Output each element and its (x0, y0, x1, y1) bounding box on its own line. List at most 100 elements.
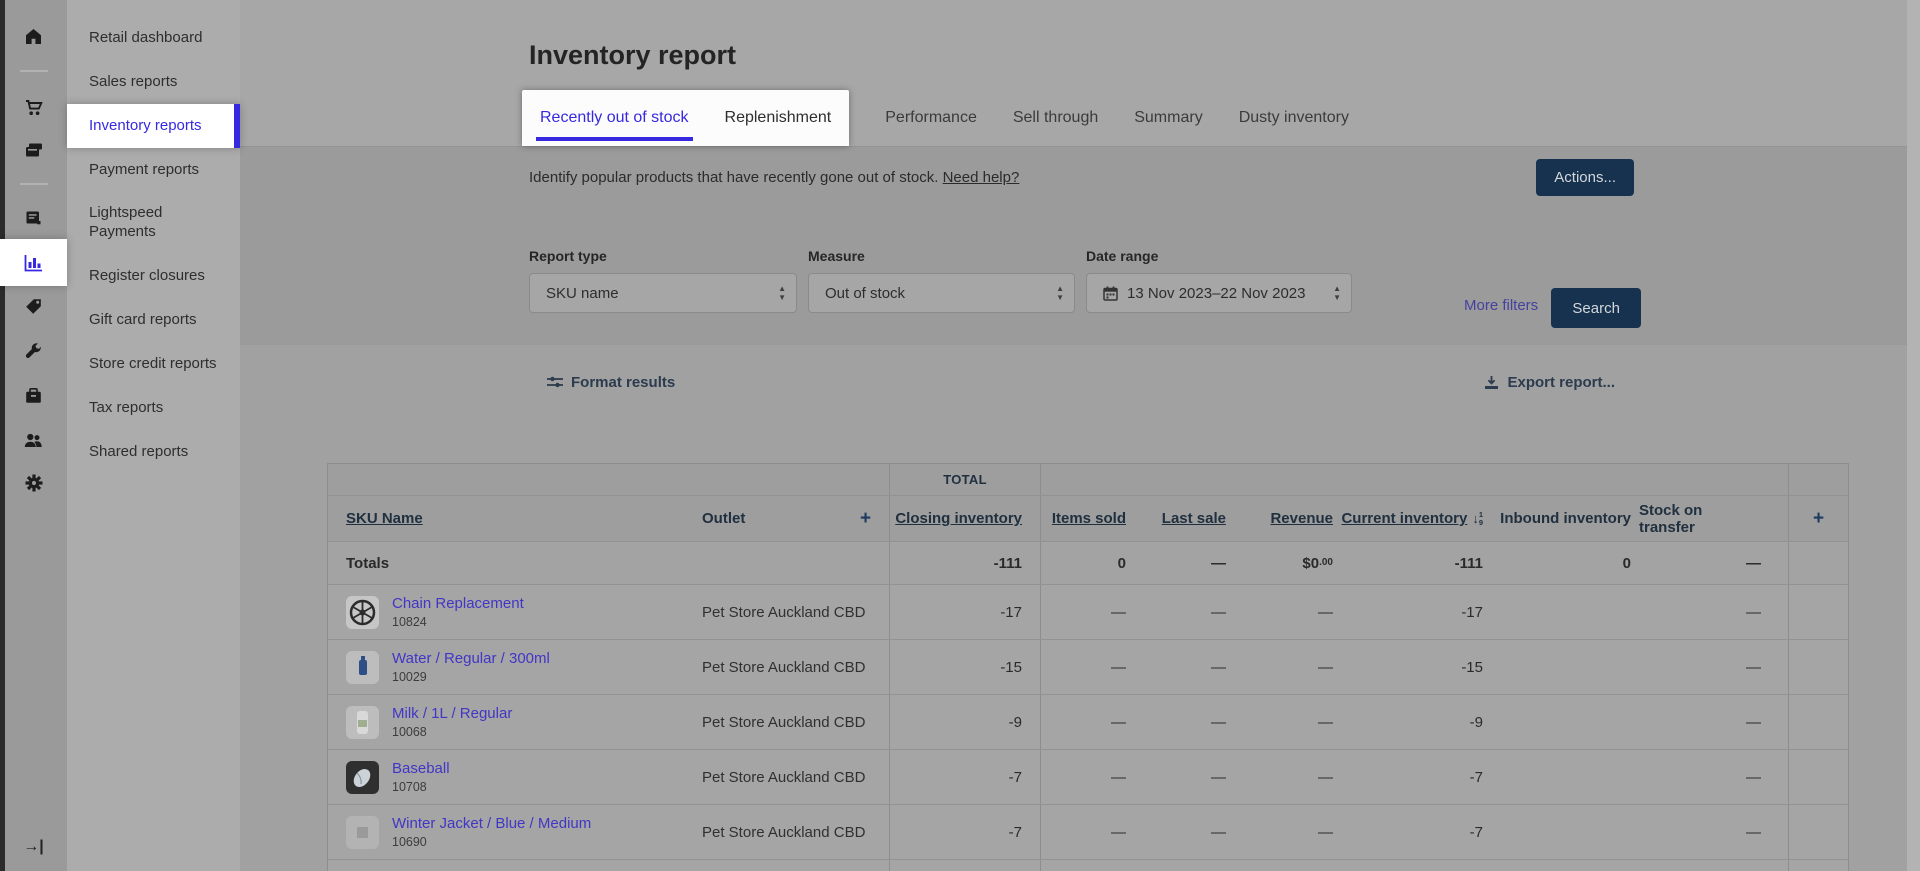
product-image (346, 705, 379, 739)
register-closure-icon[interactable] (0, 195, 67, 241)
outlet-cell: Pet Store Auckland CBD (702, 713, 866, 731)
inventory-table: TOTAL SKU Name Outlet + Closing inventor… (327, 463, 1849, 871)
cart-icon[interactable] (0, 84, 67, 130)
table-row: Chain Replacement 10824 Pet Store Aucklan… (328, 585, 1848, 640)
sidebar-item-payment-reports[interactable]: Payment reports (67, 148, 240, 192)
sidebar-item-inventory-reports[interactable]: Inventory reports (67, 104, 240, 148)
revenue-cell: — (1318, 658, 1333, 676)
sidebar-item-gift-card-reports[interactable]: Gift card reports (67, 298, 240, 342)
need-help-link[interactable]: Need help? (943, 169, 1020, 186)
description-text: Identify popular products that have rece… (529, 169, 939, 186)
sidebar-item-retail-dashboard[interactable]: Retail dashboard (67, 16, 240, 60)
outlet-cell: Pet Store Auckland CBD (702, 603, 866, 621)
customers-icon[interactable] (0, 417, 67, 463)
measure-select[interactable]: Out of stock ▲ ▼ (808, 273, 1075, 313)
collapse-sidebar-icon[interactable]: →| (0, 824, 67, 870)
export-report-button[interactable]: Export report... (1484, 374, 1615, 391)
download-icon (1485, 375, 1499, 389)
actions-button[interactable]: Actions... (1536, 159, 1634, 196)
tour-spotlight-tabs: Recently out of stock Replenishment (522, 90, 850, 146)
items-sold-cell: — (1111, 823, 1126, 841)
home-icon[interactable] (0, 13, 67, 59)
vertical-scrollbar[interactable] (1907, 0, 1920, 871)
sort-numeric-desc-icon[interactable]: ↓ 1 9 (1472, 511, 1483, 526)
sidebar-item-tax-reports[interactable]: Tax reports (67, 386, 240, 430)
product-sku: 10824 (392, 615, 427, 629)
report-content: Format results Export report... TOTAL SK… (240, 345, 1920, 871)
date-range-select[interactable]: 13 Nov 2023–22 Nov 2023 ▲ ▼ (1086, 273, 1352, 313)
add-column-icon[interactable]: + (1813, 509, 1824, 528)
format-results-button[interactable]: Format results (547, 374, 675, 391)
col-outlet: Outlet (702, 510, 746, 527)
tab-performance[interactable]: Performance (883, 90, 979, 146)
inventory-box-icon[interactable] (0, 373, 67, 419)
measure-label: Measure (808, 248, 865, 264)
report-type-group: Report type SKU name ▲ ▼ (529, 248, 797, 345)
revenue-cell: — (1318, 713, 1333, 731)
last-sale-cell: — (1211, 768, 1226, 786)
product-image (346, 760, 379, 794)
reporting-icon-active[interactable] (0, 239, 67, 286)
app-window: →| Retail dashboard Sales reports Invent… (0, 0, 1920, 871)
totals-inbound: 0 (1622, 554, 1631, 572)
product-link[interactable]: Milk / 1L / Regular (392, 705, 512, 722)
stock-cell: — (1746, 713, 1761, 731)
date-range-value: 13 Nov 2023–22 Nov 2023 (1127, 284, 1306, 302)
sidebar-item-register-closures[interactable]: Register closures (67, 254, 240, 298)
product-link[interactable]: Winter Jacket / Blue / Medium (392, 815, 591, 832)
rail-divider (20, 183, 48, 185)
tab-group: Performance Sell through Summary Dusty i… (883, 90, 1351, 146)
tab-summary[interactable]: Summary (1132, 90, 1204, 146)
settings-gear-icon[interactable] (0, 460, 67, 506)
header-band: Inventory report Recently out of stock R… (240, 0, 1920, 147)
last-sale-cell: — (1211, 658, 1226, 676)
col-current-inventory[interactable]: Current inventory (1341, 510, 1467, 527)
last-sale-cell: — (1211, 823, 1226, 841)
add-column-icon[interactable]: + (860, 509, 871, 528)
sidebar-item-lightspeed-payments[interactable]: Lightspeed Payments (67, 192, 240, 254)
product-link[interactable]: Water / Regular / 300ml (392, 650, 550, 667)
sidebar-item-store-credit-reports[interactable]: Store credit reports (67, 342, 240, 386)
closing-cell: -7 (1008, 823, 1022, 841)
col-closing-inventory[interactable]: Closing inventory (895, 510, 1022, 527)
table-row: Winter Jacket / Blue / Medium 10690 Pet S… (328, 805, 1848, 860)
col-sku-name[interactable]: SKU Name (346, 510, 423, 527)
sidebar-item-sales-reports[interactable]: Sales reports (67, 60, 240, 104)
report-description-banner: Identify popular products that have rece… (240, 147, 1920, 208)
items-sold-cell: — (1111, 603, 1126, 621)
page-title: Inventory report (529, 40, 737, 71)
col-revenue[interactable]: Revenue (1270, 510, 1333, 527)
col-last-sale[interactable]: Last sale (1162, 510, 1226, 527)
tab-sell-through[interactable]: Sell through (1011, 90, 1100, 146)
outlet-cell: Pet Store Auckland CBD (702, 658, 866, 676)
wrench-icon[interactable] (0, 328, 67, 374)
total-group-header: TOTAL (943, 472, 987, 487)
measure-group: Measure Out of stock ▲ ▼ (808, 248, 1075, 345)
main-content: Inventory report Recently out of stock R… (240, 0, 1920, 871)
table-row: Water / Regular / 300ml 10029 Pet Store A… (328, 640, 1848, 695)
revenue-cell: — (1318, 603, 1333, 621)
product-image (346, 815, 379, 849)
register-icon[interactable] (0, 127, 67, 173)
product-link[interactable]: Chain Replacement (392, 595, 524, 612)
sidebar-item-shared-reports[interactable]: Shared reports (67, 430, 240, 474)
rail-divider (20, 70, 48, 72)
more-filters-link[interactable]: More filters (1464, 297, 1538, 314)
tab-replenishment[interactable]: Replenishment (723, 90, 834, 146)
product-link[interactable]: Baseball (392, 760, 450, 777)
revenue-cell: — (1318, 823, 1333, 841)
totals-revenue: $0.00 (1302, 554, 1333, 572)
tab-recently-out-of-stock[interactable]: Recently out of stock (536, 90, 693, 146)
tab-dusty-inventory[interactable]: Dusty inventory (1237, 90, 1351, 146)
table-header-row: SKU Name Outlet + Closing inventory Item… (328, 496, 1848, 542)
product-sku: 10708 (392, 780, 427, 794)
col-items-sold[interactable]: Items sold (1052, 510, 1126, 527)
report-type-select[interactable]: SKU name ▲ ▼ (529, 273, 797, 313)
table-row: Milk / 1L / Regular 10068 Pet Store Auckl… (328, 695, 1848, 750)
search-button[interactable]: Search (1551, 288, 1642, 328)
tag-icon[interactable] (0, 283, 67, 329)
product-sku: 10068 (392, 725, 427, 739)
last-sale-cell: — (1211, 713, 1226, 731)
report-type-value: SKU name (546, 284, 619, 302)
items-sold-cell: — (1111, 658, 1126, 676)
